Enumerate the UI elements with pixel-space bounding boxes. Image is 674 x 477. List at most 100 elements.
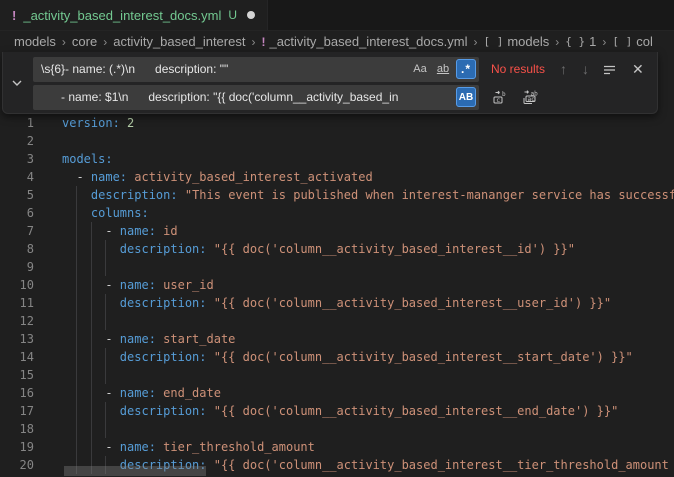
find-input[interactable]: \s{6}- name: (.*)\n description: "" Aa a…: [33, 57, 479, 82]
line-number: 3: [0, 150, 34, 168]
line-number: 8: [0, 240, 34, 258]
breadcrumb-separator-icon: ›: [602, 35, 606, 49]
regex-button[interactable]: .*: [456, 59, 476, 79]
code-line[interactable]: 19 - name: tier_threshold_amount: [0, 438, 674, 456]
code-text: description: "{{ doc('column__activity_b…: [62, 402, 618, 420]
find-query-text: \s{6}- name: (.*)\n description: "": [33, 62, 228, 76]
code-text: version: 2: [62, 114, 134, 132]
indent-guide: [105, 420, 106, 438]
symbol-array-icon: [ ]: [612, 35, 632, 48]
replace-input[interactable]: - name: $1\n description: "{{ doc('colum…: [33, 85, 479, 110]
indent-guide: [91, 420, 92, 438]
indent-guide: [91, 312, 92, 330]
indent-guide: [105, 366, 106, 384]
toggle-replace-button[interactable]: [3, 52, 30, 113]
code-line[interactable]: 17 description: "{{ doc('column__activit…: [0, 402, 674, 420]
breadcrumb-symbol-1[interactable]: { }1: [565, 34, 596, 49]
svg-text:b: b: [502, 91, 506, 98]
horizontal-scrollbar[interactable]: [64, 466, 206, 476]
line-number: 11: [0, 294, 34, 312]
code-line[interactable]: 14 description: "{{ doc('column__activit…: [0, 348, 674, 366]
code-line[interactable]: 1 version: 2: [0, 114, 674, 132]
line-number: 4: [0, 168, 34, 186]
code-line[interactable]: 13 - name: start_date: [0, 330, 674, 348]
code-text: - name: tier_threshold_amount: [62, 438, 315, 456]
code-line[interactable]: 11 description: "{{ doc('column__activit…: [0, 294, 674, 312]
whole-word-button[interactable]: ab: [433, 59, 453, 79]
code-line[interactable]: 10 - name: user_id: [0, 276, 674, 294]
code-line[interactable]: 3models:: [0, 150, 674, 168]
line-number: 2: [0, 132, 34, 150]
previous-match-button[interactable]: ↑: [560, 62, 567, 76]
symbol-object-icon: { }: [565, 35, 585, 48]
code-text: columns:: [62, 204, 149, 222]
svg-text:c: c: [496, 96, 500, 104]
code-text: description: "This event is published wh…: [62, 186, 674, 204]
code-line[interactable]: 9: [0, 258, 674, 276]
code-line[interactable]: 18: [0, 420, 674, 438]
tab-filename: _activity_based_interest_docs.yml: [23, 8, 221, 23]
replace-row: - name: $1\n description: "{{ doc('colum…: [33, 84, 651, 110]
replace-all-icon: ab ac: [521, 89, 538, 105]
code-text: - name: id: [62, 222, 178, 240]
code-line[interactable]: 15: [0, 366, 674, 384]
indent-guide: [91, 366, 92, 384]
code-line[interactable]: 8 description: "{{ doc('column__activity…: [0, 240, 674, 258]
breadcrumb-separator-icon: ›: [473, 35, 477, 49]
line-number: 14: [0, 348, 34, 366]
preserve-case-button[interactable]: AB: [456, 87, 476, 107]
code-line[interactable]: 4 - name: activity_based_interest_activa…: [0, 168, 674, 186]
breadcrumb-separator-icon: ›: [62, 35, 66, 49]
yaml-file-icon: !: [12, 8, 16, 23]
breadcrumb-symbol-models[interactable]: [ ]models: [483, 34, 549, 49]
indent-guide: [76, 366, 77, 384]
find-in-selection-button[interactable]: [602, 62, 617, 77]
line-number: 20: [0, 456, 34, 474]
replace-button[interactable]: b c: [492, 89, 508, 105]
line-number: 15: [0, 366, 34, 384]
code-line[interactable]: 5 description: "This event is published …: [0, 186, 674, 204]
next-match-button[interactable]: ↓: [582, 62, 589, 76]
tab-bar: ! _activity_based_interest_docs.yml U: [0, 0, 674, 31]
svg-text:ac: ac: [528, 96, 536, 103]
code-text: - name: end_date: [62, 384, 221, 402]
code-text: description: "{{ doc('column__activity_b…: [62, 240, 575, 258]
indent-guide: [76, 420, 77, 438]
indent-guide: [105, 258, 106, 276]
breadcrumb-symbol-columns[interactable]: [ ]col: [612, 34, 653, 49]
line-number: 5: [0, 186, 34, 204]
find-result-status: No results: [491, 62, 545, 76]
line-number: 18: [0, 420, 34, 438]
editor[interactable]: 1 version: 2 23models:4 - name: activity_b…: [0, 52, 674, 477]
line-number: 19: [0, 438, 34, 456]
replace-icon: b c: [492, 89, 508, 105]
tab-activity-based-interest-docs[interactable]: ! _activity_based_interest_docs.yml U: [0, 0, 268, 30]
breadcrumb-folder-models[interactable]: models: [14, 34, 56, 49]
indent-guide: [76, 258, 77, 276]
breadcrumb-folder-core[interactable]: core: [72, 34, 97, 49]
code-line[interactable]: 2: [0, 132, 674, 150]
code-line[interactable]: 7 - name: id: [0, 222, 674, 240]
code-text: description: "{{ doc('column__activity_b…: [62, 348, 633, 366]
close-find-button[interactable]: ✕: [632, 62, 644, 76]
find-row: \s{6}- name: (.*)\n description: "" Aa a…: [33, 56, 651, 82]
breadcrumb-file[interactable]: !_activity_based_interest_docs.yml: [261, 34, 467, 49]
code-line[interactable]: 12: [0, 312, 674, 330]
code-text: description: "{{ doc('column__activity_b…: [62, 294, 611, 312]
code-line[interactable]: 16 - name: end_date: [0, 384, 674, 402]
unsaved-changes-dot-icon[interactable]: [247, 11, 255, 19]
line-number: 7: [0, 222, 34, 240]
line-number: 6: [0, 204, 34, 222]
replace-value-text: - name: $1\n description: "{{ doc('colum…: [33, 90, 398, 104]
code-text: - name: user_id: [62, 276, 214, 294]
replace-all-button[interactable]: ab ac: [521, 89, 538, 105]
symbol-array-icon: [ ]: [483, 35, 503, 48]
indent-guide: [105, 312, 106, 330]
indent-guide: [76, 312, 77, 330]
code-line[interactable]: 6 columns:: [0, 204, 674, 222]
breadcrumb-folder-activity-based-interest[interactable]: activity_based_interest: [113, 34, 245, 49]
line-number: 1: [0, 114, 34, 132]
match-case-button[interactable]: Aa: [410, 59, 430, 79]
breadcrumb-separator-icon: ›: [555, 35, 559, 49]
line-number: 10: [0, 276, 34, 294]
